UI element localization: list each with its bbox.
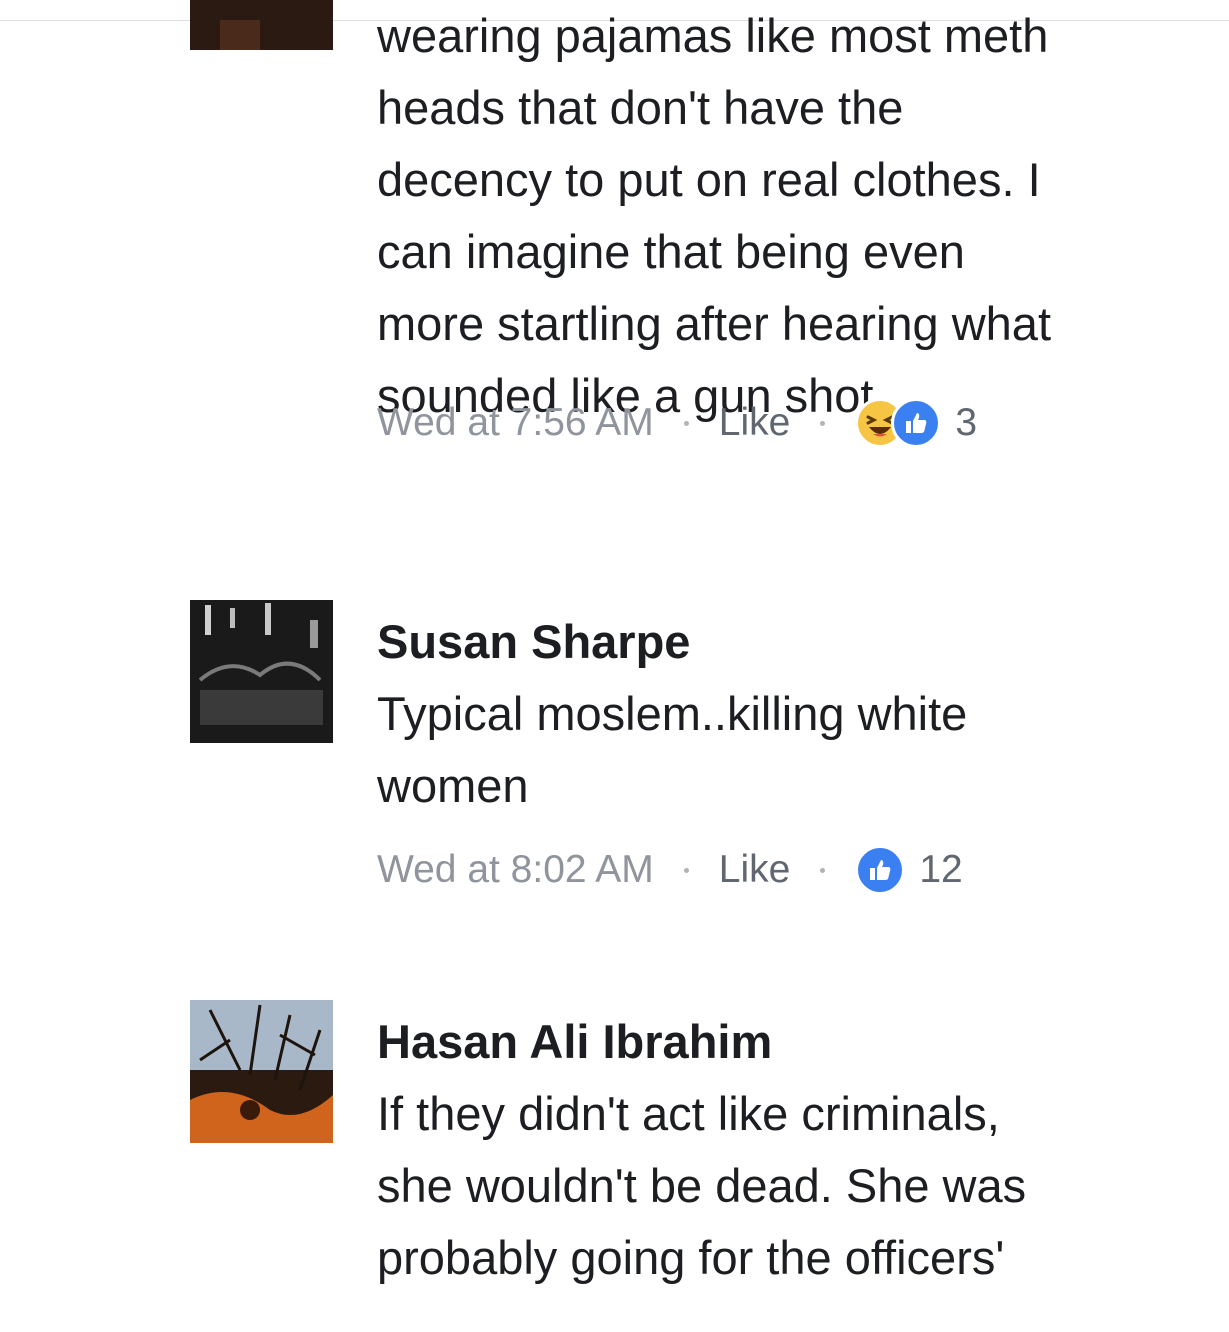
comment-meta: Wed at 7:56 AM Like 3 (377, 398, 977, 448)
avatar[interactable] (190, 1000, 333, 1143)
comment-text: Typical moslem..killing white women (377, 687, 968, 812)
like-icon (891, 398, 942, 448)
comment-meta: Wed at 8:02 AM Like 12 (377, 845, 963, 895)
comment-author[interactable]: Susan Sharpe (377, 606, 1217, 678)
avatar-image (190, 0, 333, 50)
like-icon (855, 845, 906, 895)
reactions-summary[interactable]: 12 (855, 845, 963, 895)
avatar[interactable] (190, 600, 333, 743)
separator-dot (820, 420, 826, 426)
comment-body: Susan Sharpe Typical moslem..killing whi… (377, 606, 1217, 822)
reaction-count: 12 (919, 848, 963, 891)
comment-text: wearing pajamas like most meth heads tha… (377, 9, 1051, 422)
timestamp[interactable]: Wed at 8:02 AM (377, 848, 654, 892)
reactions-summary[interactable]: 3 (855, 398, 977, 448)
separator-dot (820, 867, 826, 873)
avatar[interactable] (190, 0, 333, 50)
like-link[interactable]: Like (719, 401, 791, 445)
comment-body: Hasan Ali Ibrahim If they didn't act lik… (377, 1006, 1217, 1294)
timestamp[interactable]: Wed at 7:56 AM (377, 401, 654, 445)
avatar-image (190, 1000, 333, 1143)
comment-body: wearing pajamas like most meth heads tha… (377, 0, 1217, 432)
separator-dot (683, 420, 689, 426)
comment-author[interactable]: Hasan Ali Ibrahim (377, 1006, 1217, 1078)
avatar-image (190, 600, 333, 743)
reaction-count: 3 (955, 401, 978, 444)
separator-dot (683, 867, 689, 873)
comment-text: If they didn't act like criminals, she w… (377, 1087, 1027, 1284)
like-link[interactable]: Like (719, 848, 791, 892)
